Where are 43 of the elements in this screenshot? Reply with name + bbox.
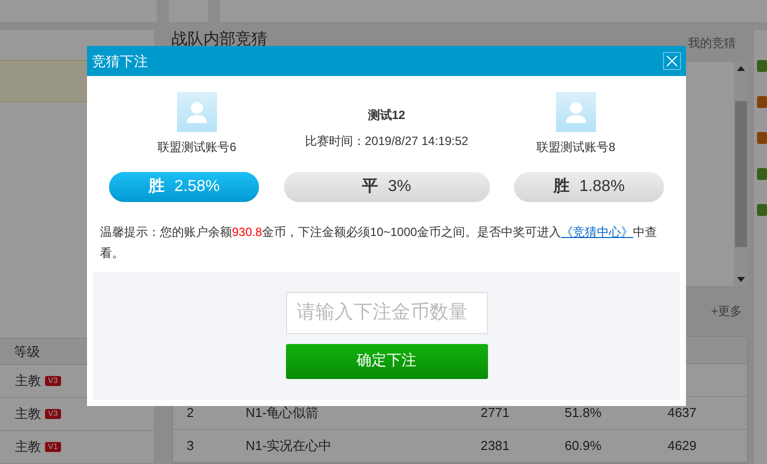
scroll-up-icon[interactable] (737, 66, 745, 71)
amount-field[interactable]: 请输入下注金币数量 (286, 292, 488, 334)
team-name: 联盟测试账号8 (536, 139, 616, 156)
table-cell-text: 2 (186, 404, 195, 422)
level-title: 主教 (15, 372, 41, 390)
table-cell-text: 51.8% (564, 404, 602, 422)
section-title: 战队内部竞猜 (172, 30, 268, 50)
close-button[interactable] (663, 52, 681, 70)
feed-icon (757, 204, 767, 216)
odds-option[interactable]: 胜 1.88% (514, 172, 664, 202)
confirm-bet-button[interactable]: 确定下注 (286, 344, 488, 379)
table-cell-text: 2381 (480, 437, 511, 456)
odds-option[interactable]: 平 3% (284, 172, 490, 202)
match-time: 比赛时间：2019/8/27 14:19:52 (304, 133, 468, 150)
my-bets-link[interactable]: 我的竞猜 (688, 34, 736, 52)
avatar-icon (177, 92, 217, 132)
table-cell-text: 2771 (480, 404, 511, 422)
feed-icon (757, 60, 767, 72)
level-title: 主教 (15, 405, 41, 424)
guess-center-link[interactable]: 《竞猜中心》 (561, 225, 634, 239)
table-cell-text: 60.9% (564, 437, 602, 456)
table-cell-text: N1-实况在心中 (246, 437, 333, 456)
odds-option[interactable]: 胜 2.58% (109, 172, 259, 202)
level-badge: V3 (45, 376, 61, 386)
scroll-down-icon[interactable] (737, 277, 745, 282)
feed-icon (757, 168, 767, 180)
more-link[interactable]: +更多 (710, 302, 742, 320)
dialog-title: 竞猜下注 (92, 52, 148, 70)
scroll-thumb[interactable] (735, 101, 747, 247)
match-name: 测试12 (368, 107, 406, 124)
avatar-icon (556, 92, 596, 132)
column-header: 等级 (14, 342, 40, 361)
level-badge: V1 (45, 442, 61, 452)
feed-icon (757, 132, 767, 144)
level-badge: V3 (45, 409, 61, 419)
hint-text: 温馨提示：您的账户余额930.8金币，下注金额必须10~1000金币之间。是否中奖可进入《竞猜中心》中查看。 (99, 224, 658, 262)
team-name: 联盟测试账号6 (158, 139, 236, 156)
level-title: 主教 (15, 438, 41, 456)
table-cell-text: 4629 (668, 437, 697, 456)
table-cell-text: 4637 (668, 404, 697, 422)
table-cell-text: N1-龟心似箭 (246, 404, 320, 422)
feed-icon (757, 96, 767, 108)
table-cell-text: 3 (186, 437, 195, 456)
